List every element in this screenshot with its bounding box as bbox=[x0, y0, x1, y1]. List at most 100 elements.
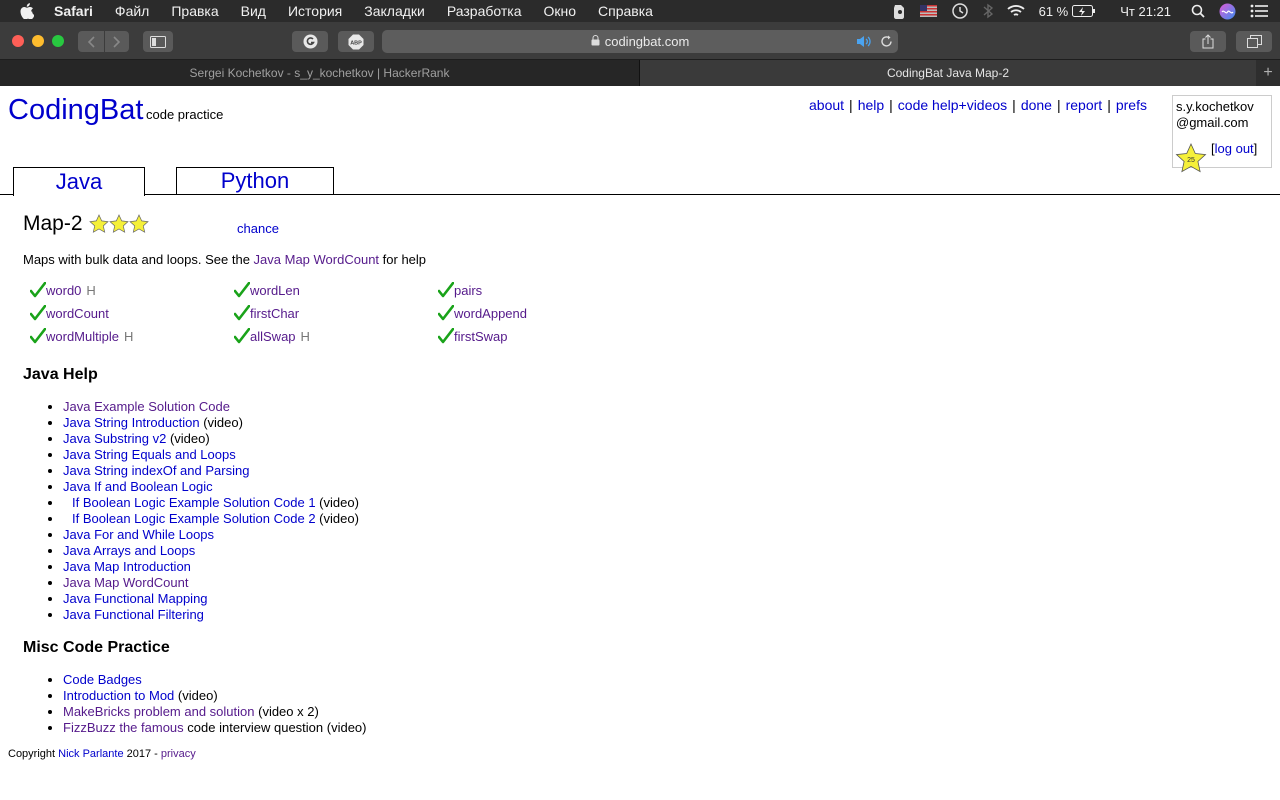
help-link[interactable]: Java String Equals and Loops bbox=[63, 447, 236, 462]
footer-author-link[interactable]: Nick Parlante bbox=[58, 748, 123, 760]
close-window-button[interactable] bbox=[12, 35, 24, 47]
problem-link[interactable]: firstSwap bbox=[454, 329, 507, 344]
menu-window[interactable]: Окно bbox=[543, 3, 576, 19]
spotlight-search-icon[interactable] bbox=[1191, 4, 1205, 18]
menu-file[interactable]: Файл bbox=[115, 3, 149, 19]
time-machine-icon[interactable] bbox=[951, 2, 969, 20]
nav-done[interactable]: done bbox=[1021, 97, 1052, 113]
siri-icon[interactable] bbox=[1219, 3, 1236, 20]
list-item: Introduction to Mod (video) bbox=[63, 688, 367, 704]
browser-tab-codingbat[interactable]: CodingBat Java Map-2 bbox=[640, 60, 1256, 86]
help-link[interactable]: Java Example Solution Code bbox=[63, 399, 230, 414]
star-icon bbox=[128, 214, 149, 233]
new-tab-icon[interactable]: + bbox=[1256, 60, 1280, 86]
reload-icon[interactable] bbox=[880, 35, 893, 51]
problem-item: wordCount bbox=[29, 304, 109, 321]
done-check-icon bbox=[29, 327, 47, 344]
problem-link[interactable]: firstChar bbox=[250, 306, 299, 321]
help-link[interactable]: Java String Introduction bbox=[63, 415, 200, 430]
done-check-icon bbox=[233, 304, 251, 321]
help-link[interactable]: Java Map Introduction bbox=[63, 559, 191, 574]
minimize-window-button[interactable] bbox=[32, 35, 44, 47]
evernote-icon[interactable] bbox=[892, 4, 906, 19]
help-link[interactable]: Code Badges bbox=[63, 672, 142, 687]
tab-overview-icon[interactable] bbox=[1236, 31, 1272, 52]
footer-year: 2017 - bbox=[123, 748, 161, 760]
menu-bookmarks[interactable]: Закладки bbox=[364, 3, 425, 19]
menu-history[interactable]: История bbox=[288, 3, 342, 19]
help-link[interactable]: Java Map WordCount bbox=[63, 575, 189, 590]
codingbat-logo[interactable]: CodingBat bbox=[8, 94, 143, 127]
lock-icon bbox=[591, 34, 600, 49]
tab-python[interactable]: Python bbox=[176, 167, 334, 195]
notification-center-icon[interactable] bbox=[1250, 4, 1268, 18]
help-link[interactable]: FizzBuzz the famous bbox=[63, 720, 184, 735]
menu-view[interactable]: Вид bbox=[241, 3, 266, 19]
problem-link[interactable]: wordMultiple bbox=[46, 329, 119, 344]
us-flag-icon[interactable] bbox=[919, 5, 937, 17]
menu-help[interactable]: Справка bbox=[598, 3, 653, 19]
grammarly-extension-icon[interactable] bbox=[292, 31, 328, 52]
help-link-wrap: Java Substring v2 bbox=[63, 431, 166, 446]
menu-app-safari[interactable]: Safari bbox=[54, 3, 93, 19]
help-link[interactable]: Java Functional Mapping bbox=[63, 591, 208, 606]
problem-link[interactable]: wordLen bbox=[250, 283, 300, 298]
problem-grid: word0 HwordLen pairs wordCount firstChar word… bbox=[29, 281, 550, 352]
help-note: (video) bbox=[319, 495, 359, 510]
help-note: (video) bbox=[203, 415, 243, 430]
footer-privacy-link[interactable]: privacy bbox=[161, 748, 196, 760]
hint-marker: H bbox=[86, 283, 96, 298]
menu-edit[interactable]: Правка bbox=[171, 3, 218, 19]
problem-link[interactable]: wordAppend bbox=[454, 306, 527, 321]
nav-about[interactable]: about bbox=[809, 97, 844, 113]
help-link[interactable]: Java Substring v2 bbox=[63, 431, 166, 446]
adblock-plus-icon[interactable]: ABP bbox=[338, 31, 374, 52]
back-button[interactable] bbox=[78, 31, 104, 52]
hint-marker: H bbox=[300, 329, 310, 344]
battery-icon[interactable] bbox=[1072, 5, 1096, 17]
apple-icon[interactable] bbox=[20, 3, 36, 19]
help-link[interactable]: Java For and While Loops bbox=[63, 527, 214, 542]
forward-button[interactable] bbox=[105, 31, 129, 52]
zoom-window-button[interactable] bbox=[52, 35, 64, 47]
list-item: Java Functional Mapping bbox=[63, 591, 359, 607]
help-link[interactable]: MakeBricks problem and solution bbox=[63, 704, 254, 719]
problem-link[interactable]: word0 bbox=[46, 283, 81, 298]
share-icon[interactable] bbox=[1190, 31, 1226, 52]
wifi-icon[interactable] bbox=[1006, 4, 1025, 18]
help-link[interactable]: Java Functional Filtering bbox=[63, 607, 204, 622]
problem-link[interactable]: allSwap bbox=[250, 329, 296, 344]
browser-tab-hackerrank[interactable]: Sergei Kochetkov - s_y_kochetkov | Hacke… bbox=[0, 60, 640, 86]
help-link[interactable]: Java String indexOf and Parsing bbox=[63, 463, 249, 478]
help-link[interactable]: If Boolean Logic Example Solution Code 1 bbox=[72, 495, 316, 510]
desc-link-wordcount[interactable]: Java Map WordCount bbox=[254, 252, 380, 267]
help-link[interactable]: Introduction to Mod bbox=[63, 688, 174, 703]
logout-link[interactable]: log out bbox=[1215, 141, 1254, 156]
sidebar-toggle-icon[interactable] bbox=[143, 31, 173, 52]
chance-link[interactable]: chance bbox=[237, 221, 279, 236]
help-link[interactable]: Java If and Boolean Logic bbox=[63, 479, 213, 494]
tab-java[interactable]: Java bbox=[13, 167, 145, 196]
audio-playing-icon[interactable] bbox=[856, 35, 872, 51]
nav-help[interactable]: help bbox=[858, 97, 884, 113]
desc-text-post: for help bbox=[379, 252, 427, 267]
clock[interactable]: Чт 21:21 bbox=[1120, 4, 1171, 19]
help-link-wrap: If Boolean Logic Example Solution Code 1 bbox=[72, 495, 316, 510]
footer: Copyright Nick Parlante 2017 - privacy bbox=[8, 748, 196, 760]
address-bar[interactable]: codingbat.com bbox=[382, 30, 898, 53]
help-link[interactable]: Java Arrays and Loops bbox=[63, 543, 195, 558]
nav-report[interactable]: report bbox=[1066, 97, 1103, 113]
star-badge-icon[interactable]: 25 bbox=[1175, 143, 1207, 175]
list-item: Java Arrays and Loops bbox=[63, 543, 359, 559]
problem-link[interactable]: wordCount bbox=[46, 306, 109, 321]
menu-develop[interactable]: Разработка bbox=[447, 3, 522, 19]
battery-percent: 61 % bbox=[1038, 3, 1069, 19]
nav-code-help-videos[interactable]: code help+videos bbox=[898, 97, 1007, 113]
nav-prefs[interactable]: prefs bbox=[1116, 97, 1147, 113]
problem-link[interactable]: pairs bbox=[454, 283, 482, 298]
help-link[interactable]: If Boolean Logic Example Solution Code 2 bbox=[72, 511, 316, 526]
help-link-wrap: Java For and While Loops bbox=[63, 527, 214, 542]
tagline: code practice bbox=[146, 107, 224, 122]
footer-copyright: Copyright bbox=[8, 748, 59, 760]
bluetooth-icon[interactable] bbox=[983, 3, 993, 19]
